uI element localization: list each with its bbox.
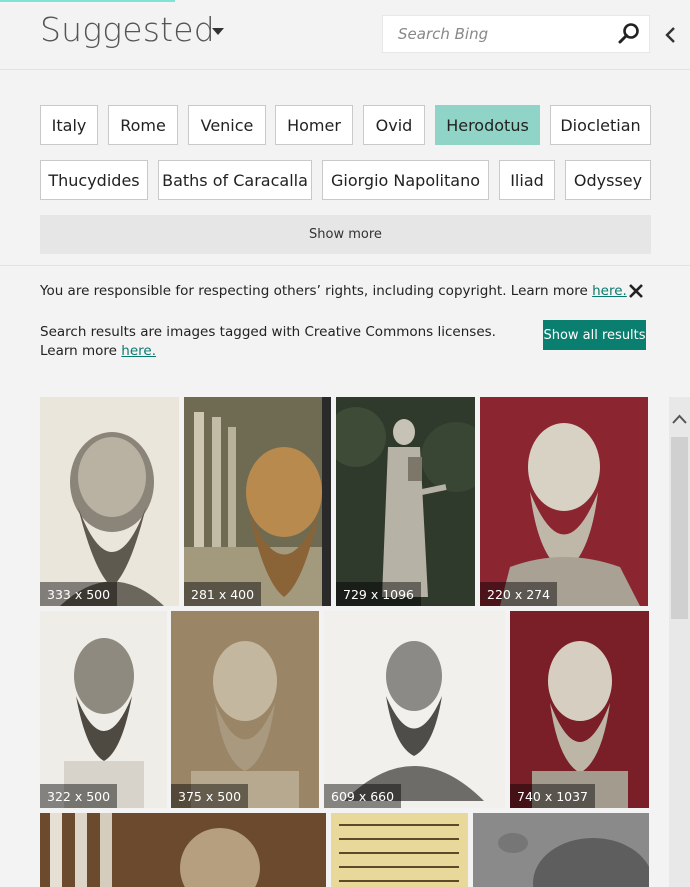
header: Suggested [0, 0, 690, 70]
collapse-pane-button[interactable] [663, 26, 679, 44]
chip-giorgio-napolitano[interactable]: Giorgio Napolitano [322, 160, 489, 200]
creative-commons-notice: Search results are images tagged with Cr… [40, 323, 530, 361]
image-result[interactable]: 609 x 660 [324, 611, 505, 808]
image-dimensions: 729 x 1096 [336, 582, 422, 606]
image-dimensions: 609 x 660 [324, 784, 402, 808]
close-notice-button[interactable] [628, 283, 644, 299]
engraving-portrait-image [324, 611, 505, 808]
image-dimensions: 375 x 500 [171, 784, 249, 808]
scroll-up-button[interactable] [669, 411, 690, 427]
marble-bust-red-image [480, 397, 648, 606]
scrollbar[interactable] [669, 397, 690, 887]
statue-ruins-image [184, 397, 331, 606]
search-icon [618, 23, 639, 44]
chip-odyssey[interactable]: Odyssey [565, 160, 651, 200]
image-result[interactable]: 220 x 274 [480, 397, 648, 606]
image-result[interactable] [473, 813, 649, 887]
close-icon [629, 284, 643, 298]
bust-sketch-image [40, 611, 167, 808]
cc-learn-more-link[interactable]: here. [121, 343, 156, 359]
image-result[interactable]: 281 x 400 [184, 397, 331, 606]
bust-image [40, 397, 179, 606]
scroll-thumb[interactable] [671, 437, 688, 619]
marble-bust-red-2-image [510, 611, 649, 808]
chip-herodotus[interactable]: Herodotus [435, 105, 540, 145]
search-box [382, 15, 650, 53]
image-result[interactable] [331, 813, 468, 887]
colonnade-statue-image [40, 813, 326, 887]
chip-ovid[interactable]: Ovid [363, 105, 425, 145]
image-dimensions: 322 x 500 [40, 784, 118, 808]
image-dimensions: 740 x 1037 [510, 784, 596, 808]
lunar-crater-image [473, 813, 649, 887]
image-result[interactable] [40, 813, 326, 887]
copyright-learn-more-link[interactable]: here. [592, 283, 627, 299]
chevron-left-icon [665, 27, 675, 43]
page-title: Suggested [40, 10, 215, 49]
image-dimensions: 220 x 274 [480, 582, 558, 606]
chip-venice[interactable]: Venice [188, 105, 266, 145]
copyright-notice-text: You are responsible for respecting other… [40, 283, 593, 299]
chevron-up-icon [672, 414, 687, 424]
chip-diocletian[interactable]: Diocletian [550, 105, 651, 145]
divider [0, 265, 690, 266]
image-dimensions: 333 x 500 [40, 582, 118, 606]
cc-notice-text: Search results are images tagged with Cr… [40, 324, 496, 359]
image-result[interactable]: 322 x 500 [40, 611, 167, 808]
show-more-button[interactable]: Show more [40, 215, 651, 254]
chip-baths-of-caracalla[interactable]: Baths of Caracalla [158, 160, 312, 200]
chip-thucydides[interactable]: Thucydides [40, 160, 148, 200]
search-input[interactable] [383, 16, 613, 52]
image-dimensions: 281 x 400 [184, 582, 262, 606]
chip-iliad[interactable]: Iliad [499, 160, 555, 200]
image-result[interactable]: 729 x 1096 [336, 397, 475, 606]
copyright-notice: You are responsible for respecting other… [40, 283, 627, 299]
search-button[interactable] [617, 22, 641, 46]
papyrus-image [331, 813, 468, 887]
chip-homer[interactable]: Homer [275, 105, 353, 145]
image-result[interactable]: 333 x 500 [40, 397, 179, 606]
chip-rome[interactable]: Rome [108, 105, 178, 145]
chip-italy[interactable]: Italy [40, 105, 98, 145]
dropdown-caret-icon[interactable] [212, 28, 224, 35]
image-result[interactable]: 740 x 1037 [510, 611, 649, 808]
standing-statue-image [336, 397, 475, 606]
show-all-results-button[interactable]: Show all results [543, 320, 646, 350]
image-result[interactable]: 375 x 500 [171, 611, 319, 808]
bust-photo-brown-image [171, 611, 319, 808]
